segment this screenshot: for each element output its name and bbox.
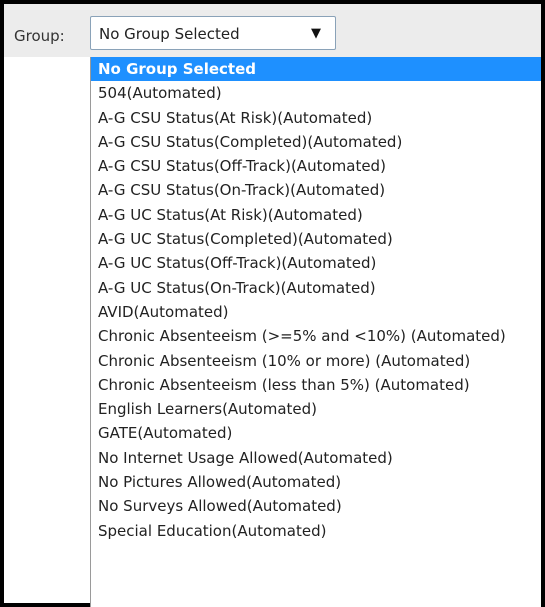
dropdown-option-ag-uc-completed[interactable]: A-G UC Status(Completed)(Automated) xyxy=(91,227,541,251)
group-dropdown-list[interactable]: No Group Selected 504(Automated) A-G CSU… xyxy=(90,57,541,607)
dropdown-option-english-learners[interactable]: English Learners(Automated) xyxy=(91,397,541,421)
dropdown-option-ag-csu-on-track[interactable]: A-G CSU Status(On-Track)(Automated) xyxy=(91,178,541,202)
group-select-value: No Group Selected xyxy=(99,25,240,43)
dropdown-option-ag-uc-on-track[interactable]: A-G UC Status(On-Track)(Automated) xyxy=(91,276,541,300)
dropdown-option-ag-csu-completed[interactable]: A-G CSU Status(Completed)(Automated) xyxy=(91,130,541,154)
dropdown-option-no-internet-usage[interactable]: No Internet Usage Allowed(Automated) xyxy=(91,446,541,470)
dropdown-option-special-education[interactable]: Special Education(Automated) xyxy=(91,519,541,543)
dropdown-option-chronic-absenteeism-10-plus[interactable]: Chronic Absenteeism (10% or more) (Autom… xyxy=(91,349,541,373)
group-filter-row: Group: No Group Selected ▼ xyxy=(4,4,541,57)
dropdown-option-ag-csu-off-track[interactable]: A-G CSU Status(Off-Track)(Automated) xyxy=(91,154,541,178)
group-filter-frame: Group: No Group Selected ▼ No Group Sele… xyxy=(0,0,545,607)
dropdown-option-chronic-absenteeism-5-10[interactable]: Chronic Absenteeism (>=5% and <10%) (Aut… xyxy=(91,324,541,348)
dropdown-option-ag-uc-at-risk[interactable]: A-G UC Status(At Risk)(Automated) xyxy=(91,203,541,227)
dropdown-option-504[interactable]: 504(Automated) xyxy=(91,81,541,105)
dropdown-option-chronic-absenteeism-less-5[interactable]: Chronic Absenteeism (less than 5%) (Auto… xyxy=(91,373,541,397)
dropdown-option-no-group-selected[interactable]: No Group Selected xyxy=(91,57,541,82)
dropdown-option-no-pictures-allowed[interactable]: No Pictures Allowed(Automated) xyxy=(91,470,541,494)
group-label: Group: xyxy=(14,27,65,45)
dropdown-option-avid[interactable]: AVID(Automated) xyxy=(91,300,541,324)
group-select[interactable]: No Group Selected ▼ xyxy=(90,16,336,50)
dropdown-option-gate[interactable]: GATE(Automated) xyxy=(91,421,541,445)
chevron-down-icon: ▼ xyxy=(311,26,321,41)
dropdown-option-no-surveys-allowed[interactable]: No Surveys Allowed(Automated) xyxy=(91,494,541,518)
dropdown-option-ag-uc-off-track[interactable]: A-G UC Status(Off-Track)(Automated) xyxy=(91,251,541,275)
dropdown-option-ag-csu-at-risk[interactable]: A-G CSU Status(At Risk)(Automated) xyxy=(91,106,541,130)
